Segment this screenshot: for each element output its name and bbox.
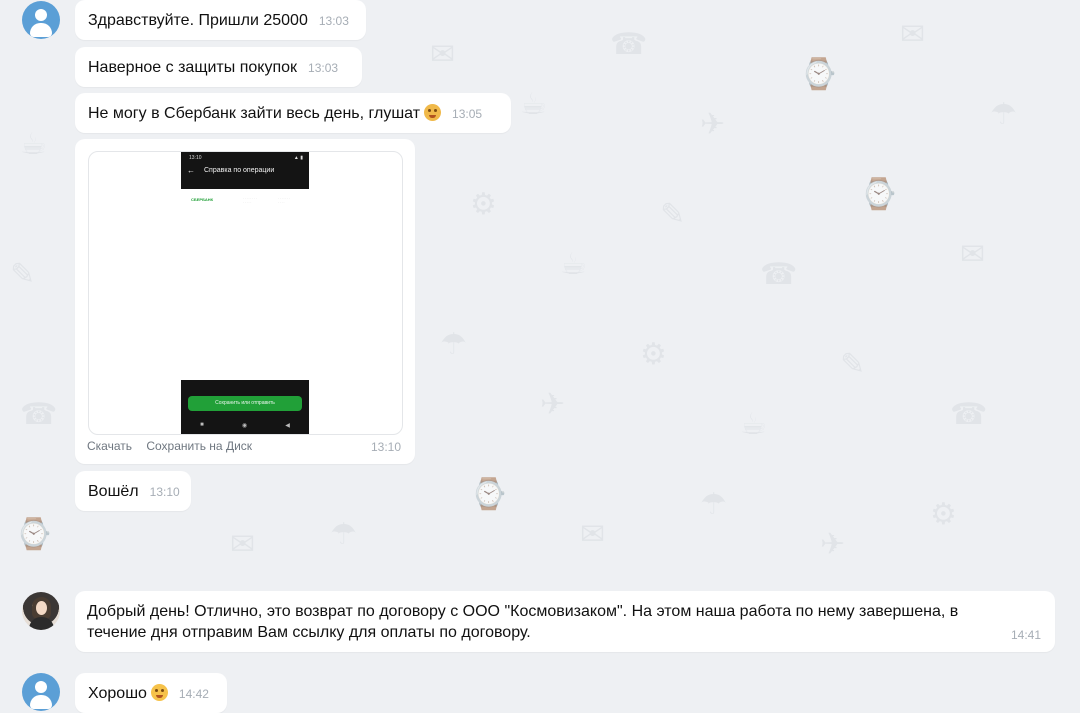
phone-detail-text: · · · · · · · · · · ·: [278, 196, 290, 204]
photo-message-bubble[interactable]: 13:10 ▲ ▮ ← Справка по операции СБЕРБАНК…: [75, 139, 415, 464]
message-time: 14:41: [1010, 628, 1041, 642]
message-text: Вошёл: [88, 483, 139, 500]
message-text: Не могу в Сбербанк зайти весь день, глуш…: [88, 103, 442, 124]
agent-avatar[interactable]: [22, 592, 60, 630]
phone-screenshot: 13:10 ▲ ▮ ← Справка по операции СБЕРБАНК…: [181, 152, 309, 434]
square-icon: ■: [200, 422, 204, 428]
phone-detail-text: · · · · · · · · · · · · ·: [243, 196, 257, 204]
message-time: 13:10: [370, 440, 401, 454]
customer-avatar[interactable]: [22, 673, 60, 711]
user-avatar-icon: [35, 681, 47, 693]
message-time: 13:10: [149, 485, 180, 499]
message-text: Здравствуйте. Пришли 25000: [88, 12, 308, 29]
photo-actions: Скачать Сохранить на Диск: [87, 439, 263, 453]
phone-header-title: Справка по операции: [204, 167, 275, 174]
download-link[interactable]: Скачать: [87, 439, 132, 453]
message-text: Наверное с защиты покупок: [88, 59, 298, 76]
message-time: 13:03: [308, 61, 339, 75]
message-text: Добрый день! Отлично, это возврат по дог…: [87, 603, 959, 641]
message-bubble[interactable]: Добрый день! Отлично, это возврат по дог…: [75, 591, 1055, 652]
user-avatar-icon: [35, 9, 47, 21]
customer-avatar[interactable]: [22, 1, 60, 39]
hugging-face-emoji-icon: [150, 684, 168, 701]
phone-status-time: 13:10: [189, 155, 202, 161]
message-time: 13:03: [318, 14, 349, 28]
circle-icon: ◉: [241, 423, 248, 429]
photo-attachment[interactable]: 13:10 ▲ ▮ ← Справка по операции СБЕРБАНК…: [88, 151, 403, 435]
phone-nav-bar: ■ ◉ ◀: [181, 422, 309, 429]
phone-save-button: Сохранить или отправить: [188, 396, 302, 411]
save-to-disk-link[interactable]: Сохранить на Диск: [146, 439, 252, 453]
message-bubble[interactable]: Здравствуйте. Пришли 25000 13:03: [75, 0, 366, 40]
message-bubble[interactable]: Хорошо 14:42: [75, 673, 227, 713]
message-bubble[interactable]: Наверное с защиты покупок 13:03: [75, 47, 362, 87]
message-time: 13:05: [452, 107, 483, 121]
message-bubble[interactable]: Вошёл 13:10: [75, 471, 191, 511]
message-time: 14:42: [178, 687, 209, 701]
triangle-back-icon: ◀: [285, 423, 290, 429]
message-bubble[interactable]: Не могу в Сбербанк зайти весь день, глуш…: [75, 93, 511, 133]
back-arrow-icon: ←: [187, 166, 195, 175]
dizzy-face-emoji-icon: [424, 104, 442, 121]
phone-status-icons: ▲ ▮: [293, 155, 303, 161]
message-text: Хорошо: [88, 683, 168, 704]
sber-logo: СБЕРБАНК: [191, 197, 214, 202]
